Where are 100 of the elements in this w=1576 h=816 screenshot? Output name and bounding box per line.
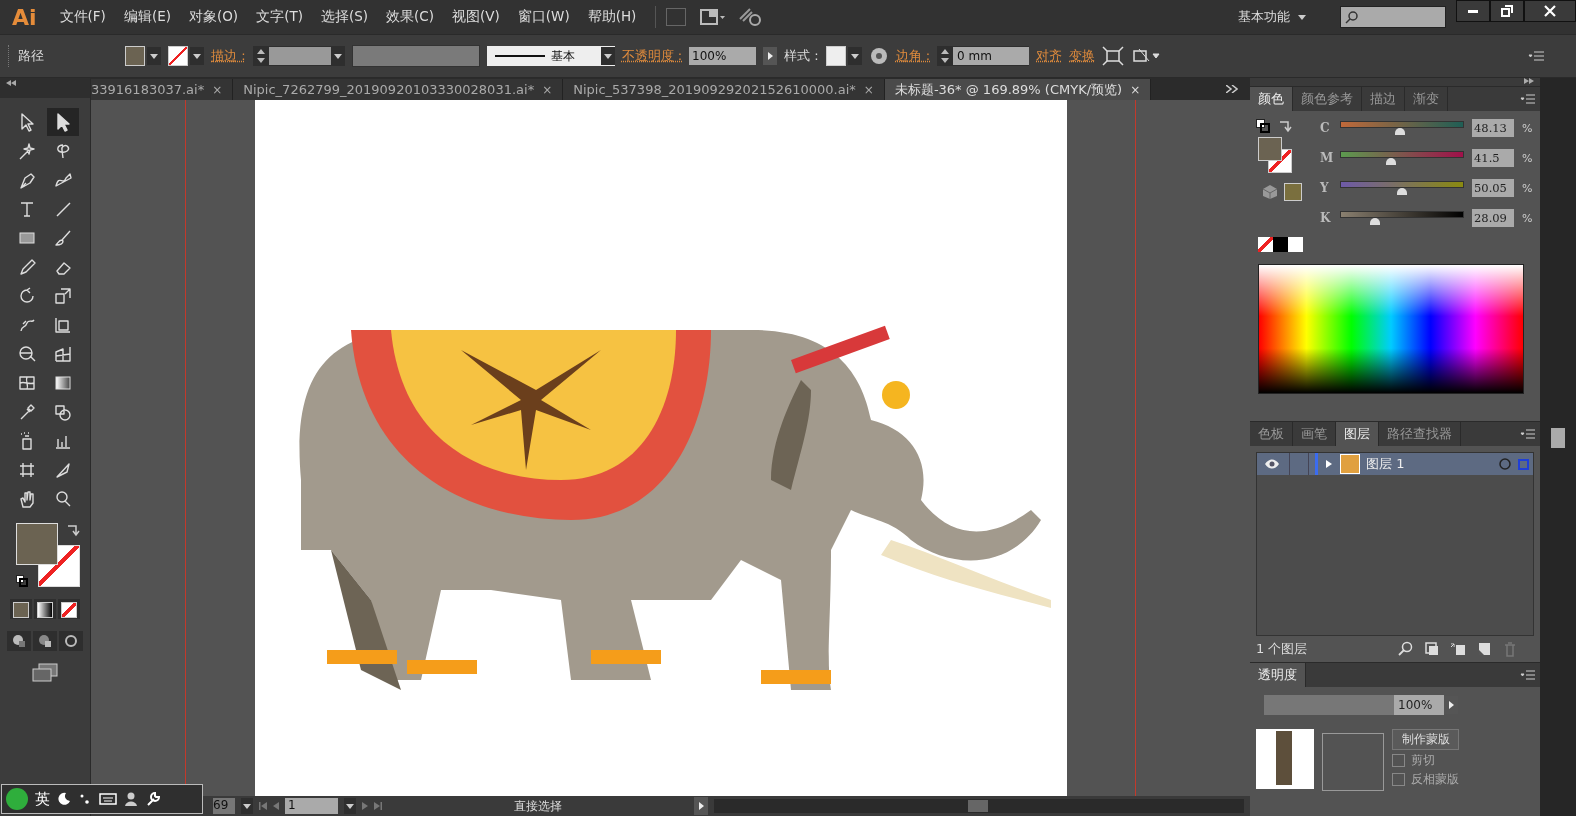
panel-tab[interactable]: 描边 (1362, 87, 1405, 111)
document-tab[interactable]: 未标题-36* @ 169.89% (CMYK/预览) × (884, 79, 1152, 100)
layer-row[interactable]: 图层 1 (1257, 453, 1533, 475)
eye-icon[interactable] (1264, 458, 1280, 470)
channel-value-field[interactable]: 41.5 (1472, 149, 1514, 167)
opacity-field[interactable]: 100% (689, 47, 757, 65)
slider-thumb[interactable] (1369, 218, 1380, 225)
panel-menu-icon[interactable] (1520, 93, 1536, 105)
close-button[interactable] (1524, 0, 1576, 22)
document-tab[interactable]: Nipic_7262799_20190920103330028031.ai* × (233, 79, 564, 100)
panel-tab[interactable]: 渐变 (1405, 87, 1448, 111)
document-tab[interactable]: 33916183037.ai* × (91, 79, 234, 100)
fill-stroke-swatches[interactable] (16, 523, 80, 587)
quick-swatch[interactable] (1288, 237, 1303, 252)
checkbox[interactable] (1392, 754, 1405, 767)
none-swatch[interactable] (1258, 237, 1273, 252)
opacity-field[interactable]: 100% (1394, 695, 1444, 715)
target-icon[interactable] (1498, 457, 1512, 471)
last-page-icon[interactable] (374, 802, 382, 810)
color-spectrum[interactable] (1258, 264, 1524, 394)
moon-icon[interactable] (57, 792, 71, 806)
panel-tab[interactable]: 图层 (1336, 422, 1379, 446)
panel-menu-icon[interactable] (1520, 428, 1536, 440)
channel-value-field[interactable]: 50.05 (1472, 179, 1514, 197)
stroke-dropdown[interactable] (168, 46, 204, 66)
align-link[interactable]: 对齐 (1036, 47, 1063, 65)
isolate-icon[interactable] (1102, 46, 1125, 66)
minimize-button[interactable] (1456, 0, 1490, 22)
sublayer-icon[interactable] (1450, 641, 1466, 657)
status-menu-button[interactable] (694, 797, 708, 815)
variable-width-dropdown[interactable] (351, 45, 480, 67)
web-safe-swatch[interactable] (1284, 183, 1302, 201)
panel-tab[interactable]: 透明度 (1250, 663, 1306, 687)
zoom-dropdown-button[interactable] (241, 798, 253, 814)
person-icon[interactable] (124, 791, 138, 807)
page-dropdown-button[interactable] (344, 798, 356, 814)
menu-item[interactable]: 编辑(E) (114, 8, 180, 26)
menu-item[interactable]: 视图(V) (443, 8, 509, 26)
slider-thumb[interactable] (1386, 158, 1397, 165)
wrench-icon[interactable] (145, 791, 161, 807)
none-mode-button[interactable] (58, 599, 80, 619)
checkbox[interactable] (1392, 773, 1405, 786)
make-mask-button[interactable]: 制作蒙版 (1392, 729, 1459, 750)
menu-item[interactable]: 对象(O) (179, 8, 248, 26)
ime-toolbar[interactable]: 英 (1, 784, 203, 814)
next-page-icon[interactable] (362, 802, 368, 810)
slider-thumb[interactable] (1397, 188, 1407, 195)
cube-icon[interactable] (1262, 184, 1278, 200)
stroke-link[interactable]: 描边 : (211, 47, 246, 65)
brush-style-dropdown[interactable]: 基本 (486, 46, 615, 66)
channel-value-field[interactable]: 48.13 (1472, 119, 1514, 137)
keyboard-icon[interactable] (99, 792, 117, 806)
opacity-link[interactable]: 不透明度 : (621, 47, 683, 65)
search-field[interactable] (1340, 6, 1446, 28)
page-field[interactable]: 1 (285, 798, 338, 814)
first-page-icon[interactable] (259, 802, 267, 810)
layout-icon[interactable] (700, 8, 727, 26)
panel-tab[interactable]: 颜色参考 (1293, 87, 1362, 111)
ime-language[interactable]: 英 (35, 789, 50, 809)
panel-menu-icon[interactable] (1528, 49, 1546, 63)
menu-item[interactable]: 文件(F) (50, 8, 115, 26)
document-tab[interactable]: Nipic_537398_20190929202152610000.ai* × (563, 79, 885, 100)
menu-item[interactable]: 效果(C) (377, 8, 443, 26)
menu-item[interactable]: 文字(T) (247, 8, 312, 26)
opacity-arrow-button[interactable] (763, 47, 778, 65)
zoom-field[interactable]: 69 (213, 798, 235, 814)
draw-normal-button[interactable] (7, 631, 31, 651)
draw-behind-button[interactable] (33, 631, 57, 651)
color-slider[interactable] (1340, 181, 1464, 195)
color-slider[interactable] (1340, 151, 1464, 165)
search-icon[interactable] (1398, 641, 1414, 657)
slider-thumb[interactable] (1394, 128, 1405, 135)
panel-tab[interactable]: 颜色 (1250, 87, 1293, 111)
clipping-mask-icon[interactable] (1424, 641, 1440, 657)
corner-link[interactable]: 边角 : (895, 47, 931, 65)
screen-mode-icon[interactable] (31, 663, 59, 683)
style-dropdown[interactable] (825, 46, 862, 66)
channel-value-field[interactable]: 28.09 (1472, 209, 1514, 227)
punctuation-icon[interactable] (78, 792, 92, 806)
menu-item[interactable]: 帮助(H) (578, 8, 646, 26)
tool-button[interactable] (47, 108, 79, 136)
restore-button[interactable] (1490, 0, 1524, 22)
gradient-mode-button[interactable] (34, 599, 56, 619)
color-slider[interactable] (1340, 121, 1464, 135)
color-slider[interactable] (1340, 211, 1464, 225)
menu-item[interactable]: 窗口(W) (508, 8, 579, 26)
corner-field[interactable]: 0 mm (937, 46, 1030, 66)
panel-tab[interactable]: 色板 (1250, 422, 1293, 446)
fill-dropdown[interactable] (125, 46, 161, 66)
horizontal-scrollbar[interactable] (714, 799, 1244, 813)
transform-link[interactable]: 变换 (1069, 47, 1096, 65)
swap-icon[interactable] (66, 523, 80, 537)
previous-page-icon[interactable] (273, 802, 279, 810)
vertical-scrollbar[interactable] (1551, 428, 1565, 448)
color-mode-button[interactable] (10, 599, 32, 619)
default-colors-icon[interactable] (16, 575, 28, 587)
panel-menu-icon[interactable] (1520, 669, 1536, 681)
stroke-weight-field[interactable] (252, 46, 345, 66)
draw-inside-button[interactable] (59, 631, 83, 651)
fill-stroke-swatches[interactable] (1256, 137, 1292, 173)
